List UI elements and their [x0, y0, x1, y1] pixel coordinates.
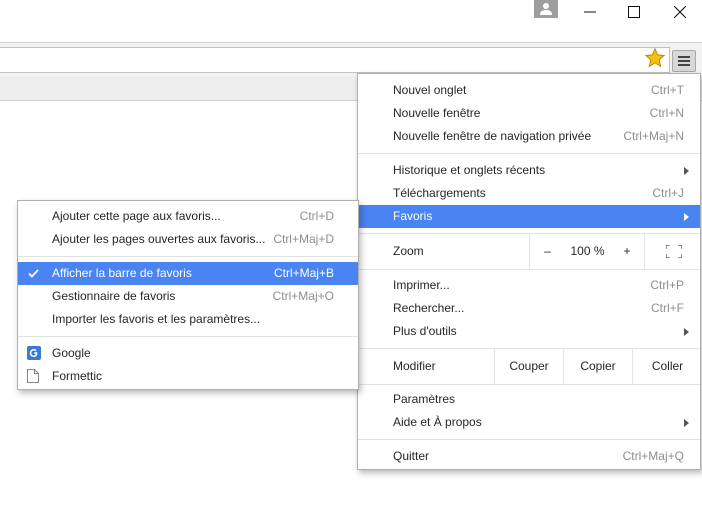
maximize-icon	[628, 6, 640, 18]
submenu-arrow-icon	[684, 167, 689, 175]
menu-item-label: Historique et onglets récents	[393, 163, 546, 177]
menu-item-shortcut: Ctrl+N	[649, 106, 684, 120]
menu-item-downloads[interactable]: Téléchargements Ctrl+J	[358, 182, 700, 205]
zoom-row: Zoom – 100 % +	[358, 234, 700, 269]
bookmark-star-icon[interactable]	[644, 47, 666, 69]
menu-item-shortcut: Ctrl+J	[652, 186, 684, 200]
menu-item-shortcut: Ctrl+Maj+O	[272, 289, 334, 303]
minimize-icon	[584, 11, 596, 13]
menu-item-label: Ajouter cette page aux favoris...	[52, 209, 221, 223]
menu-item-new-incognito-window[interactable]: Nouvelle fenêtre de navigation privée Ct…	[358, 125, 700, 148]
bookmark-label: Google	[52, 346, 91, 360]
page-icon	[27, 369, 39, 383]
submenu-item-bookmark-open-pages[interactable]: Ajouter les pages ouvertes aux favoris..…	[18, 228, 358, 251]
fullscreen-button[interactable]	[644, 234, 702, 269]
fullscreen-icon	[664, 244, 683, 259]
zoom-in-button[interactable]: +	[610, 234, 644, 269]
menu-item-label: Aide et À propos	[393, 415, 482, 429]
bookmark-item-formettic[interactable]: Formettic	[18, 365, 358, 388]
close-button[interactable]	[668, 3, 692, 21]
menu-item-label: Nouvel onglet	[393, 83, 467, 97]
menu-item-shortcut: Ctrl+T	[651, 83, 684, 97]
paste-button[interactable]: Coller	[632, 349, 702, 384]
menu-item-shortcut: Ctrl+Maj+D	[273, 232, 334, 246]
zoom-label: Zoom	[393, 244, 424, 258]
menu-item-label: Rechercher...	[393, 301, 465, 315]
submenu-item-bookmark-page[interactable]: Ajouter cette page aux favoris... Ctrl+D	[18, 205, 358, 228]
menu-item-find[interactable]: Rechercher... Ctrl+F	[358, 297, 700, 320]
bookmarks-submenu: Ajouter cette page aux favoris... Ctrl+D…	[17, 200, 359, 390]
menu-item-shortcut: Ctrl+Maj+Q	[622, 449, 684, 463]
menu-item-history[interactable]: Historique et onglets récents	[358, 159, 700, 182]
bookmark-item-google[interactable]: Google	[18, 342, 358, 365]
menu-item-bookmarks[interactable]: Favoris	[358, 205, 700, 228]
menu-item-label: Nouvelle fenêtre	[393, 106, 481, 120]
menu-item-label: Favoris	[393, 209, 433, 223]
menu-item-new-tab[interactable]: Nouvel onglet Ctrl+T	[358, 79, 700, 102]
menu-item-shortcut: Ctrl+Maj+B	[273, 266, 334, 280]
menu-item-label: Paramètres	[393, 392, 456, 406]
menu-item-label: Plus d'outils	[393, 324, 457, 338]
person-icon	[540, 3, 552, 15]
cut-button[interactable]: Couper	[494, 349, 563, 384]
address-bar[interactable]	[0, 47, 670, 73]
menu-separator	[18, 256, 358, 257]
menu-item-label: Afficher la barre de favoris	[52, 266, 192, 280]
edit-label: Modifier	[393, 359, 436, 373]
menu-separator	[18, 336, 358, 337]
title-bar	[0, 0, 702, 42]
browser-toolbar	[0, 42, 702, 76]
submenu-arrow-icon	[684, 419, 689, 427]
submenu-item-show-bookmarks-bar[interactable]: Afficher la barre de favoris Ctrl+Maj+B	[18, 262, 358, 285]
menu-item-shortcut: Ctrl+D	[299, 209, 334, 223]
chrome-menu-button[interactable]	[672, 50, 696, 72]
profile-button[interactable]	[534, 0, 558, 18]
menu-item-print[interactable]: Imprimer... Ctrl+P	[358, 274, 700, 297]
menu-item-more-tools[interactable]: Plus d'outils	[358, 320, 700, 343]
menu-item-label: Imprimer...	[393, 278, 450, 292]
menu-item-label: Importer les favoris et les paramètres..…	[52, 312, 261, 326]
menu-item-label: Ajouter les pages ouvertes aux favoris..…	[52, 232, 266, 246]
menu-item-label: Nouvelle fenêtre de navigation privée	[393, 129, 592, 143]
menu-item-shortcut: Ctrl+F	[651, 301, 684, 315]
menu-item-shortcut: Ctrl+P	[650, 278, 684, 292]
menu-separator	[358, 153, 700, 154]
menu-separator	[358, 439, 700, 440]
menu-separator	[358, 269, 700, 270]
menu-item-label: Gestionnaire de favoris	[52, 289, 176, 303]
submenu-arrow-icon	[684, 213, 689, 221]
check-icon	[28, 269, 39, 278]
menu-item-exit[interactable]: Quitter Ctrl+Maj+Q	[358, 445, 700, 468]
bookmark-label: Formettic	[52, 369, 103, 383]
zoom-out-button[interactable]: –	[529, 234, 565, 269]
maximize-button[interactable]	[622, 3, 646, 21]
menu-item-help[interactable]: Aide et À propos	[358, 411, 700, 434]
menu-separator	[358, 384, 700, 385]
hamburger-icon	[678, 56, 690, 66]
copy-button[interactable]: Copier	[563, 349, 632, 384]
menu-item-label: Quitter	[393, 449, 430, 463]
menu-item-label: Téléchargements	[393, 186, 486, 200]
submenu-arrow-icon	[684, 328, 689, 336]
chrome-main-menu: Nouvel onglet Ctrl+T Nouvelle fenêtre Ct…	[357, 73, 701, 470]
google-icon	[27, 346, 41, 360]
edit-row: Modifier Couper Copier Coller	[358, 349, 700, 384]
menu-item-new-window[interactable]: Nouvelle fenêtre Ctrl+N	[358, 102, 700, 125]
zoom-level: 100 %	[570, 244, 605, 258]
menu-item-settings[interactable]: Paramètres	[358, 388, 700, 411]
submenu-item-import-bookmarks[interactable]: Importer les favoris et les paramètres..…	[18, 308, 358, 331]
submenu-item-bookmark-manager[interactable]: Gestionnaire de favoris Ctrl+Maj+O	[18, 285, 358, 308]
close-icon	[674, 6, 686, 18]
minimize-button[interactable]	[578, 3, 602, 21]
menu-item-shortcut: Ctrl+Maj+N	[623, 129, 684, 143]
